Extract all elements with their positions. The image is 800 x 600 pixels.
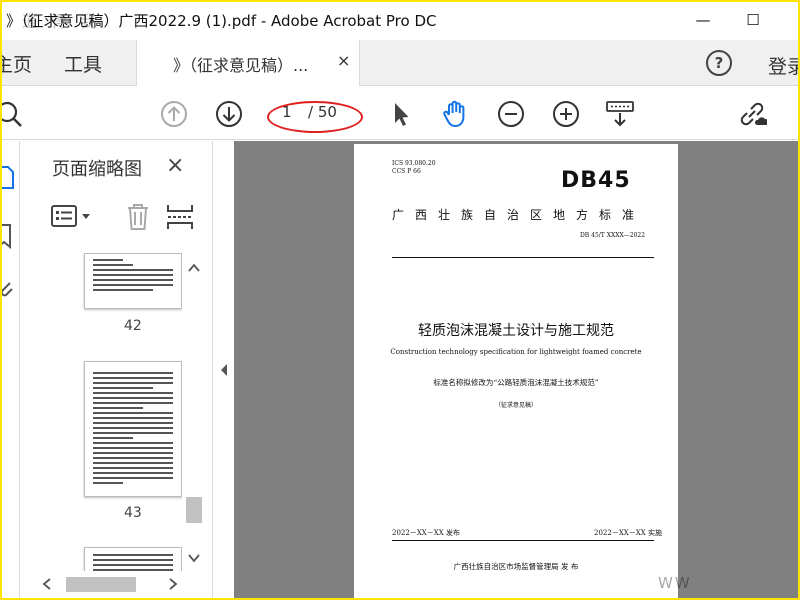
acrobat-window: 》（征求意见稿）广西2022.9 (1).pdf - Adobe Acrobat… (2, 2, 798, 598)
signin-button[interactable]: 登录 (768, 52, 798, 79)
thumbnail-panel: 页面缩略图 × 42 43 (30, 141, 212, 598)
zoom-out-icon[interactable] (496, 99, 526, 129)
thumbnail-vertical-scrollbar[interactable] (184, 259, 204, 567)
scroll-right-icon[interactable] (168, 578, 178, 590)
document-view[interactable]: ICS 93.080.20 CCS P 66 DB45 广西壮族自治区地方标准 … (234, 141, 798, 598)
red-annotation-oval (267, 101, 363, 133)
horizontal-scrollbar-thumb[interactable] (66, 577, 136, 592)
db-code: DB45 (561, 168, 631, 193)
scroll-down-icon[interactable] (188, 553, 200, 563)
previous-page-icon[interactable] (159, 99, 189, 129)
close-tab-icon[interactable]: × (337, 51, 350, 70)
keyboard-scroll-icon[interactable] (605, 99, 635, 129)
zoom-in-icon[interactable] (551, 99, 581, 129)
toolbar: 1 / 50 (2, 87, 798, 140)
issuer: 广西壮族自治区市场监督管理局 发 布 (453, 562, 579, 571)
footer-rule (392, 540, 654, 541)
tab-bar: 主页 工具 》（征求意见稿）... × ? 登录 (2, 40, 798, 86)
scroll-up-icon[interactable] (188, 263, 200, 273)
document-tab-label: 》（征求意见稿）... (173, 56, 309, 75)
thumbnail-list: 42 43 (30, 253, 182, 571)
thumbnail-page-44[interactable] (84, 547, 182, 571)
panel-collapse-splitter[interactable] (212, 141, 234, 598)
draft-note: （征求意见稿） (494, 402, 537, 409)
maximize-button[interactable]: ☐ (730, 2, 776, 38)
minimize-icon: — (695, 11, 711, 29)
tools-tab[interactable]: 工具 (64, 50, 102, 77)
document-title: 轻质泡沫混凝土设计与施工规范 (418, 323, 614, 339)
thumbnail-page-number: 43 (124, 505, 142, 521)
page-thumbnails-icon[interactable] (2, 163, 16, 193)
panel-title: 页面缩略图 (52, 159, 142, 180)
thumbnail-page-42[interactable] (84, 253, 182, 309)
delete-page-icon[interactable] (122, 201, 154, 233)
minimize-button[interactable]: — (680, 2, 726, 38)
close-panel-icon[interactable]: × (166, 153, 184, 178)
panel-tools (50, 201, 200, 233)
select-cursor-icon[interactable] (386, 99, 416, 129)
maximize-icon: ☐ (746, 11, 760, 29)
implement-date: 2022－XX－XX 实施 (594, 529, 662, 537)
left-navigation-rail (2, 141, 20, 598)
document-title-english: Construction technology specification fo… (390, 348, 642, 356)
document-tab[interactable]: 》（征求意见稿）... × (136, 40, 360, 86)
standard-number: DB 45/T XXXX—2022 (580, 232, 646, 239)
attachments-icon[interactable] (2, 275, 16, 305)
standard-type: 广西壮族自治区地方标准 (392, 208, 646, 222)
watermark-bottom: WW (658, 574, 692, 592)
scroll-left-icon[interactable] (42, 578, 52, 590)
watermark-overlay: 道 得 我 (22, 12, 101, 31)
thumbnail-options-icon[interactable] (50, 203, 96, 231)
insert-page-icon[interactable] (164, 201, 196, 233)
thumbnail-page-43[interactable] (84, 361, 182, 497)
collapse-arrow-icon[interactable] (219, 363, 229, 377)
home-tab[interactable]: 主页 (2, 50, 32, 77)
scrollbar-thumb[interactable] (186, 497, 202, 523)
ccs-code: CCS P 66 (392, 168, 421, 175)
bookmarks-icon[interactable] (2, 221, 16, 251)
ics-code: ICS 93.080.20 (392, 160, 436, 167)
search-icon[interactable] (2, 99, 24, 129)
share-link-icon[interactable] (737, 99, 767, 129)
pdf-page: ICS 93.080.20 CCS P 66 DB45 广西壮族自治区地方标准 … (354, 144, 678, 598)
help-icon[interactable]: ? (706, 50, 732, 76)
header-rule (392, 257, 654, 258)
publish-date: 2022－XX－XX 发布 (392, 529, 460, 537)
title-bar: 》（征求意见稿）广西2022.9 (1).pdf - Adobe Acrobat… (2, 2, 798, 38)
rename-note: 标准名称拟修改为“公路轻质泡沫混凝土技术规范” (433, 378, 599, 387)
thumbnail-page-number: 42 (124, 318, 142, 334)
thumbnail-horizontal-scrollbar[interactable] (38, 573, 184, 595)
hand-tool-icon[interactable] (440, 99, 470, 129)
next-page-icon[interactable] (214, 99, 244, 129)
